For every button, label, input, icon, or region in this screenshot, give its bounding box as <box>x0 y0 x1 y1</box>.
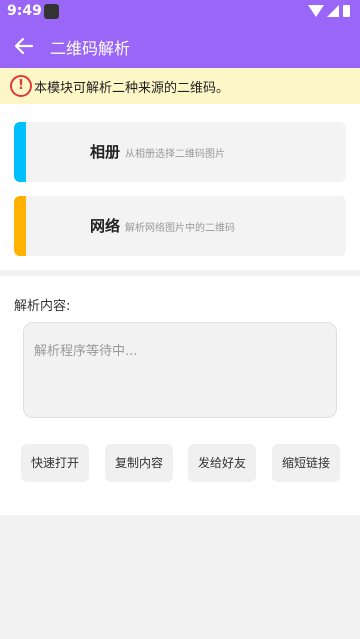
shorten-link-button[interactable]: 缩短链接 <box>272 444 340 482</box>
alert-icon: ! <box>10 75 32 97</box>
status-time: 9:49 <box>7 3 42 19</box>
copy-content-button[interactable]: 复制内容 <box>105 444 173 482</box>
send-to-friend-button[interactable]: 发给好友 <box>188 444 256 482</box>
result-section: 解析内容: 解析程序等待中... 快速打开 复制内容 发给好友 缩短链接 <box>0 276 360 515</box>
card-title: 网络 <box>90 217 121 235</box>
card-title: 相册 <box>90 143 121 161</box>
card-subtitle: 从相册选择二维码图片 <box>125 149 225 160</box>
card-accent-bar <box>14 196 26 256</box>
app-bar: 二维码解析 <box>0 24 360 68</box>
back-arrow-icon[interactable] <box>12 34 36 58</box>
page-title: 二维码解析 <box>50 39 131 58</box>
card-accent-bar <box>14 122 26 182</box>
notification-icon <box>44 4 59 19</box>
album-source-card[interactable]: 相册 从相册选择二维码图片 <box>14 122 346 182</box>
source-section: 相册 从相册选择二维码图片 网络 解析网络图片中的二维码 <box>0 104 360 270</box>
notice-text: 本模块可解析二种来源的二维码。 <box>34 81 230 96</box>
notice-banner: ! 本模块可解析二种来源的二维码。 <box>0 68 360 104</box>
wifi-icon <box>308 5 324 17</box>
card-subtitle: 解析网络图片中的二维码 <box>125 223 235 234</box>
status-bar: 9:49 <box>0 0 360 24</box>
result-textarea[interactable]: 解析程序等待中... <box>23 322 337 418</box>
result-placeholder: 解析程序等待中... <box>34 344 138 359</box>
quick-open-button[interactable]: 快速打开 <box>21 444 89 482</box>
signal-icon <box>327 5 339 17</box>
network-source-card[interactable]: 网络 解析网络图片中的二维码 <box>14 196 346 256</box>
result-label: 解析内容: <box>14 299 71 314</box>
battery-icon <box>343 5 350 17</box>
